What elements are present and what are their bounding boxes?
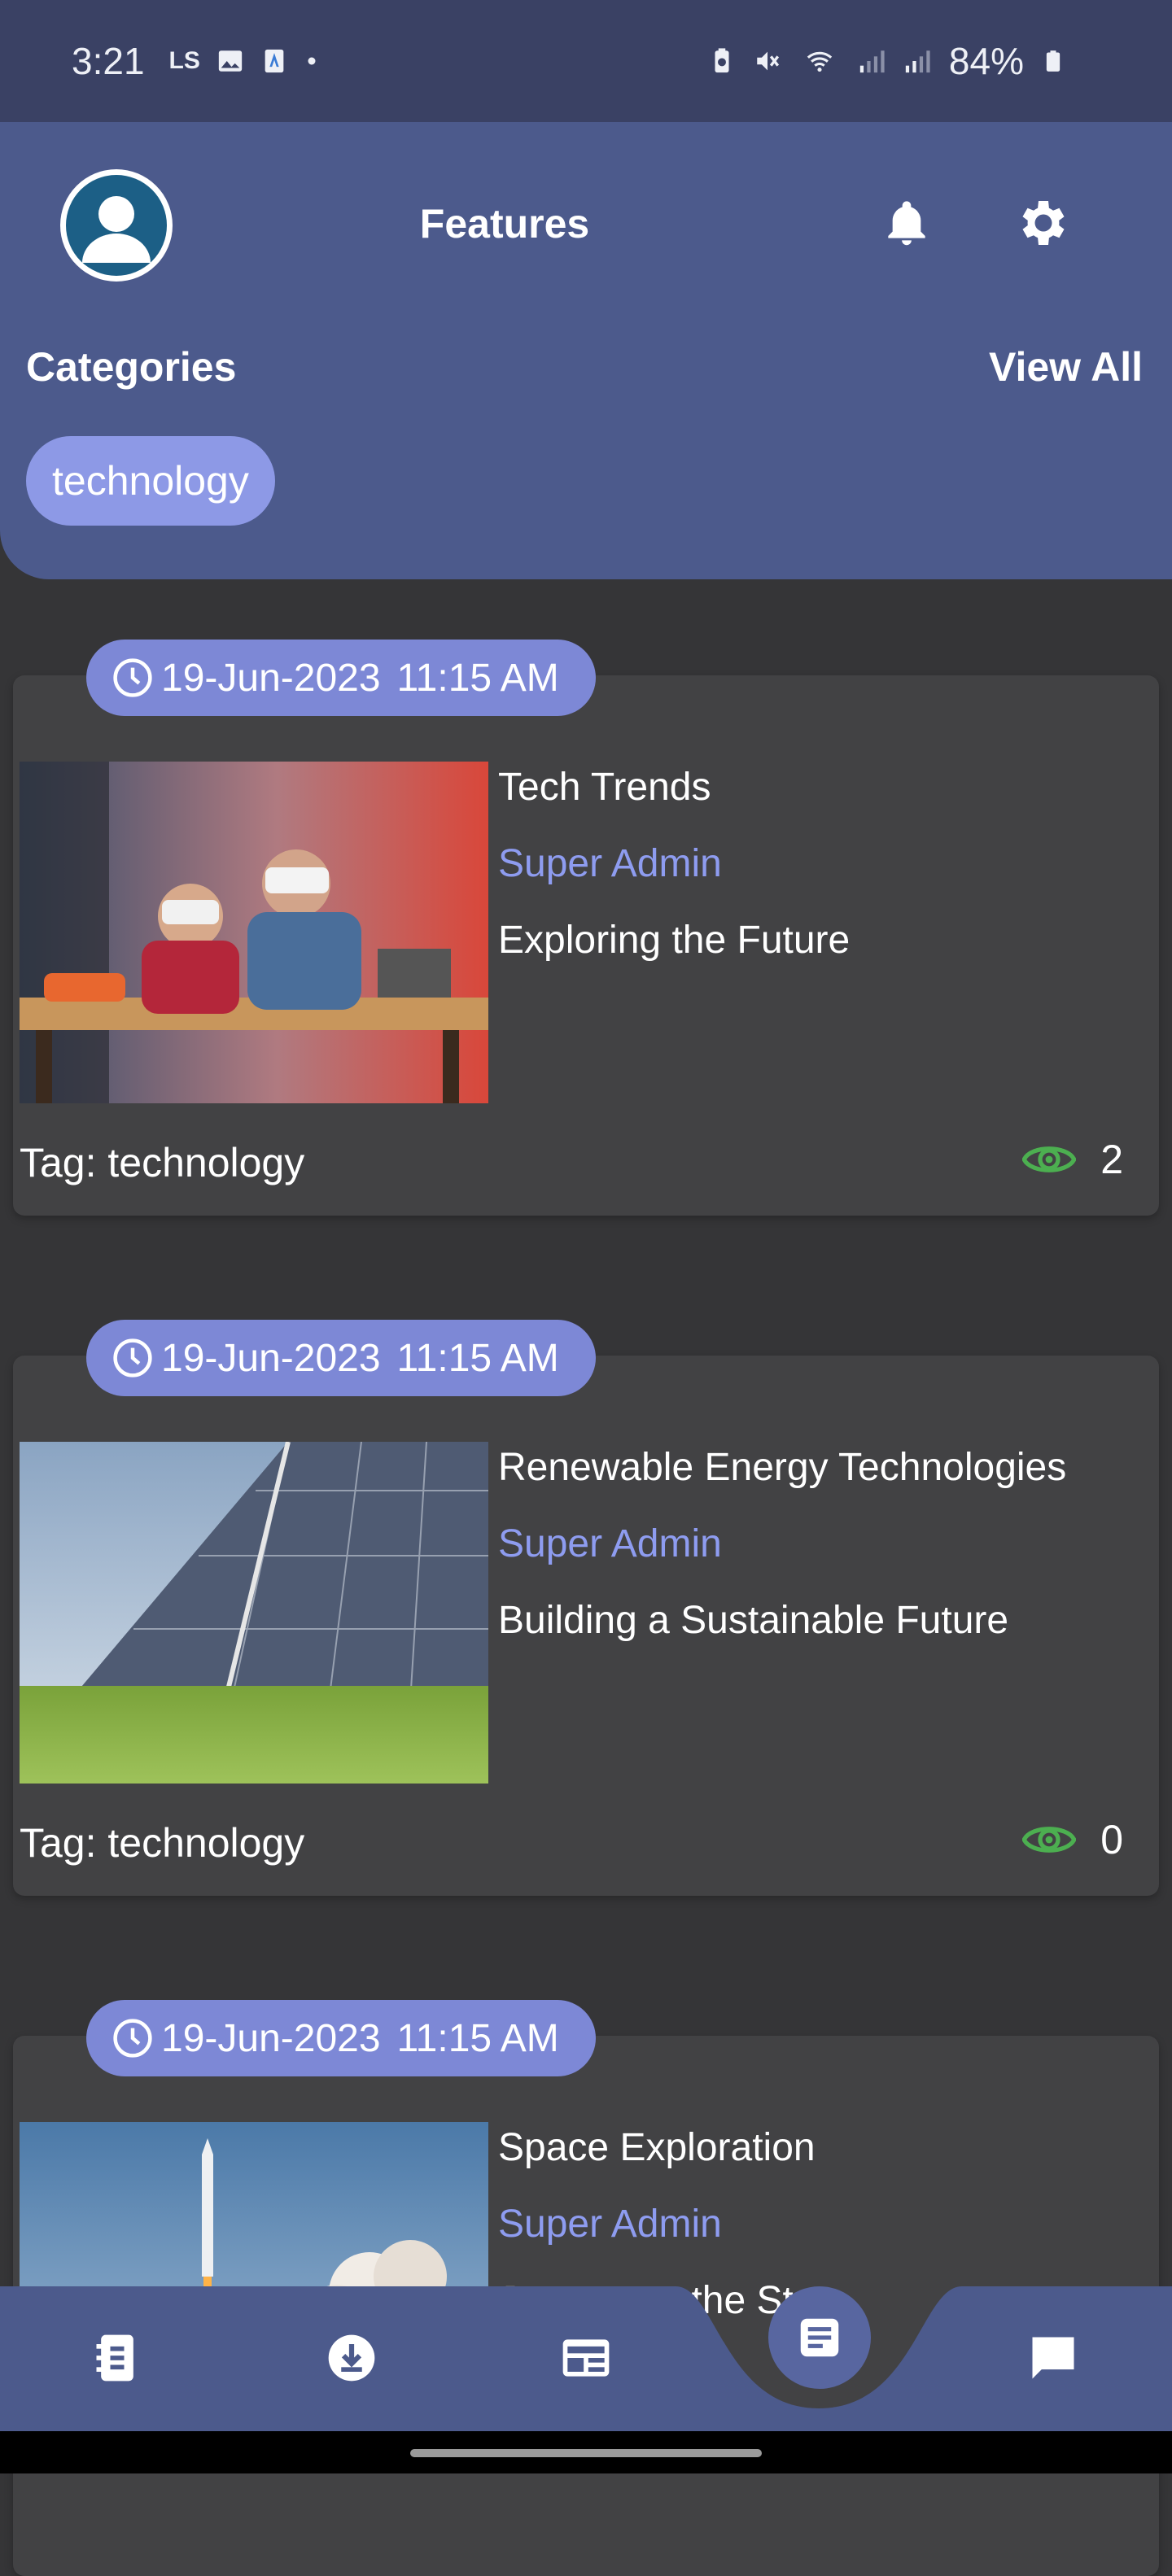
post-views: 2	[1022, 1136, 1123, 1183]
wifi-icon	[807, 51, 833, 72]
post-thumbnail-vr	[20, 762, 488, 1103]
newspaper-icon[interactable]	[558, 2330, 614, 2386]
header: Features Categories View All technology	[0, 122, 1172, 579]
battery-percent: 84%	[948, 40, 1024, 82]
post-date-pill: 19-Jun-2023 11:15 AM	[86, 2000, 596, 2076]
status-bar: 3:21 LS 84%	[0, 0, 1172, 122]
post-time: 11:15 AM	[396, 1336, 559, 1380]
post-title: Space Exploration	[498, 2126, 816, 2169]
status-right: 84%	[708, 0, 1065, 122]
status-left: 3:21 LS	[72, 0, 319, 122]
post-tag: Tag: technology	[20, 1820, 305, 1866]
post-title: Renewable Energy Technologies	[498, 1446, 1067, 1489]
post-title: Tech Trends	[498, 766, 711, 809]
bell-icon[interactable]	[881, 197, 933, 249]
gear-icon[interactable]	[1014, 194, 1073, 252]
phonebook-icon[interactable]	[90, 2330, 145, 2386]
post-author[interactable]: Super Admin	[498, 1522, 722, 1566]
post-thumbnail-solar	[20, 1442, 488, 1784]
dot-icon	[308, 57, 316, 65]
carrier-badge: LS	[168, 47, 200, 74]
clock-icon	[113, 1338, 152, 1378]
eye-icon	[1022, 1827, 1077, 1853]
categories-heading: Categories	[26, 344, 237, 390]
post-subtitle: Building a Sustainable Future	[498, 1599, 1009, 1642]
post-views: 0	[1022, 1816, 1123, 1863]
gallery-icon	[218, 50, 243, 72]
view-count: 2	[1100, 1137, 1123, 1182]
post-date-pill: 19-Jun-2023 11:15 AM	[86, 1320, 596, 1396]
post-date: 19-Jun-2023	[161, 1336, 381, 1380]
nav-fab-article[interactable]	[768, 2286, 871, 2389]
signal-icon-1	[859, 50, 885, 73]
view-count: 0	[1100, 1817, 1123, 1862]
page-title: Features	[419, 201, 590, 247]
article-icon	[800, 2318, 839, 2357]
post-date-pill: 19-Jun-2023 11:15 AM	[86, 640, 596, 716]
download-icon[interactable]	[324, 2330, 379, 2386]
battery-icon	[1046, 50, 1060, 72]
post-date: 19-Jun-2023	[161, 2016, 381, 2060]
app-notification-icon	[265, 49, 284, 73]
post-subtitle: Exploring the Future	[498, 919, 851, 962]
view-all-link[interactable]: View All	[989, 343, 1143, 391]
post-card[interactable]: Tech Trends Super Admin Exploring the Fu…	[13, 675, 1159, 1216]
home-gesture-handle[interactable]	[410, 2449, 762, 2457]
mute-icon	[757, 51, 780, 71]
clock-icon	[113, 658, 152, 697]
category-chip-technology[interactable]: technology	[26, 436, 275, 526]
battery-saver-icon	[715, 48, 729, 73]
post-author[interactable]: Super Admin	[498, 841, 722, 886]
clock-icon	[113, 2019, 152, 2058]
post-time: 11:15 AM	[396, 2016, 559, 2060]
post-author[interactable]: Super Admin	[498, 2202, 722, 2246]
post-time: 11:15 AM	[396, 656, 559, 700]
post-card[interactable]: Renewable Energy Technologies Super Admi…	[13, 1356, 1159, 1896]
eye-icon	[1022, 1146, 1077, 1172]
post-date: 19-Jun-2023	[161, 656, 381, 700]
chat-icon[interactable]	[1026, 2330, 1081, 2386]
post-tag: Tag: technology	[20, 1140, 305, 1185]
signal-icon-2	[905, 50, 930, 73]
status-time: 3:21	[72, 40, 145, 82]
